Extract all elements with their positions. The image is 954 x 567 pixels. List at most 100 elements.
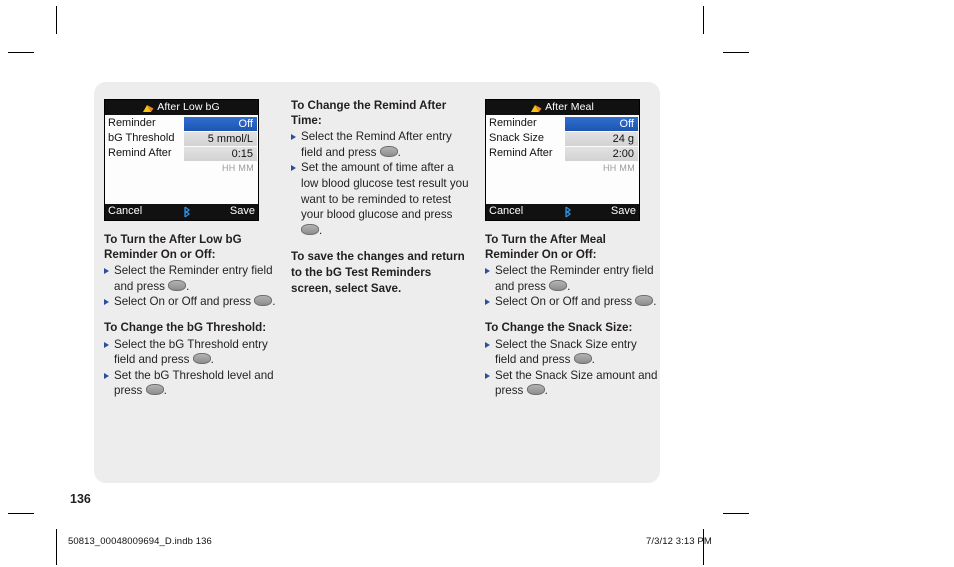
bullet-triangle-icon	[485, 372, 490, 379]
list-item: Set the amount of time after a low blood…	[291, 160, 471, 238]
ok-button-icon	[526, 384, 545, 396]
manual-page: After Low bG Reminder Off bG Threshold 5…	[0, 0, 954, 567]
device-row-units: HH MM	[603, 163, 635, 173]
list-item: Select the Snack Size entry field and pr…	[485, 337, 661, 368]
list-item-suffix: .	[210, 353, 214, 367]
right-column: After Meal Reminder Off Snack Size 24 g …	[485, 99, 661, 399]
list-item-text: Set the Snack Size amount and press	[495, 368, 658, 398]
ok-button-icon	[635, 295, 654, 307]
device-row-value[interactable]: Off	[565, 116, 638, 131]
device-row[interactable]: Snack Size 24 g	[487, 131, 638, 146]
device-screen-body: Reminder Off bG Threshold 5 mmol/L Remin…	[105, 115, 258, 204]
section-heading-turn-after-low-bg: To Turn the After Low bG Reminder On or …	[104, 233, 242, 261]
crop-mark-bottom-left-horizontal	[8, 513, 34, 514]
list-item-suffix: .	[567, 279, 571, 293]
section-heading-change-bg-threshold: To Change the bG Threshold:	[104, 320, 267, 334]
device-cancel-button[interactable]: Cancel	[489, 204, 523, 220]
device-row-label: Snack Size	[489, 131, 545, 144]
device-row[interactable]: Reminder Off	[106, 116, 257, 131]
crop-mark-top-right-vertical	[703, 6, 704, 34]
ok-button-icon	[379, 145, 398, 157]
bullet-list-change-remind-after-time: Select the Remind After entry field and …	[291, 129, 471, 238]
after-meal-flag-icon	[531, 103, 542, 112]
device-screen-footer-bar: Cancel Save	[486, 204, 639, 220]
bullet-list-change-bg-threshold: Select the bG Threshold entry field and …	[104, 337, 280, 399]
list-item-text: Set the bG Threshold level and press	[114, 368, 274, 398]
bullet-triangle-icon	[485, 299, 490, 306]
device-row-label: Reminder	[108, 116, 156, 129]
bullet-triangle-icon	[291, 134, 296, 141]
list-item: Set the Snack Size amount and press .	[485, 368, 661, 399]
bullet-triangle-icon	[104, 341, 109, 348]
list-item-text: Select the Snack Size entry field and pr…	[495, 337, 637, 367]
device-row-value[interactable]: 2:00	[565, 146, 638, 161]
device-row[interactable]: bG Threshold 5 mmol/L	[106, 131, 257, 146]
list-item: Select the Remind After entry field and …	[291, 129, 471, 160]
bullet-list-change-snack-size: Select the Snack Size entry field and pr…	[485, 337, 661, 399]
crop-mark-bottom-right-horizontal	[723, 513, 749, 514]
list-item: Select On or Off and press .	[104, 294, 280, 310]
device-row-label: Reminder	[489, 116, 537, 129]
device-row-value[interactable]: Off	[184, 116, 257, 131]
bullet-triangle-icon	[104, 299, 109, 306]
device-save-button[interactable]: Save	[230, 204, 255, 220]
page-number: 136	[70, 492, 91, 506]
crop-mark-top-left-horizontal	[8, 52, 34, 53]
left-column: After Low bG Reminder Off bG Threshold 5…	[104, 99, 280, 399]
list-item-suffix: .	[186, 279, 190, 293]
list-item-suffix: .	[163, 384, 167, 398]
bluetooth-icon	[563, 206, 572, 218]
ok-button-icon	[301, 223, 319, 235]
section-heading-change-snack-size: To Change the Snack Size:	[485, 320, 633, 334]
list-item: Select the Reminder entry field and pres…	[485, 263, 661, 294]
device-row[interactable]: Remind After 2:00	[487, 146, 638, 161]
ok-button-icon	[573, 353, 592, 365]
bullet-list-turn-after-low-bg: Select the Reminder entry field and pres…	[104, 263, 280, 310]
device-screen-after-low-bg: After Low bG Reminder Off bG Threshold 5…	[104, 99, 259, 221]
list-item-text: Set the amount of time after a low blood…	[301, 161, 469, 222]
device-row-value[interactable]: 0:15	[184, 146, 257, 161]
section-heading-change-remind-after-time: To Change the Remind After Time:	[291, 99, 447, 127]
list-item-suffix: .	[591, 353, 595, 367]
list-item-suffix: .	[272, 295, 276, 309]
footer-separator-left	[56, 529, 57, 565]
middle-column: To Change the Remind After Time: Select …	[291, 99, 471, 296]
list-item: Select the bG Threshold entry field and …	[104, 337, 280, 368]
list-item-text: Select On or Off and press	[495, 295, 636, 309]
bullet-triangle-icon	[485, 268, 490, 275]
footer-separator-right	[703, 529, 704, 565]
list-item: Select On or Off and press .	[485, 294, 661, 310]
device-cancel-button[interactable]: Cancel	[108, 204, 142, 220]
device-row[interactable]: Reminder Off	[487, 116, 638, 131]
device-row[interactable]: Remind After 0:15	[106, 146, 257, 161]
low-bg-flag-icon	[143, 103, 154, 112]
bluetooth-icon	[182, 206, 191, 218]
list-item-suffix: .	[653, 295, 657, 309]
crop-mark-top-right-horizontal	[723, 52, 749, 53]
list-item-suffix: .	[319, 223, 323, 237]
device-screen-body: Reminder Off Snack Size 24 g Remind Afte…	[486, 115, 639, 204]
device-screen-footer-bar: Cancel Save	[105, 204, 258, 220]
list-item-suffix: .	[544, 384, 548, 398]
device-save-button[interactable]: Save	[611, 204, 636, 220]
device-screen-title-text: After Meal	[545, 100, 594, 113]
device-row-value[interactable]: 5 mmol/L	[184, 131, 257, 146]
list-item: Select the Reminder entry field and pres…	[104, 263, 280, 294]
bullet-triangle-icon	[291, 165, 296, 172]
bullet-triangle-icon	[485, 341, 490, 348]
device-row-label: Remind After	[489, 146, 553, 159]
bullet-list-turn-after-meal: Select the Reminder entry field and pres…	[485, 263, 661, 310]
footer-timestamp: 7/3/12 3:13 PM	[646, 536, 712, 547]
bullet-triangle-icon	[104, 372, 109, 379]
device-row-value[interactable]: 24 g	[565, 131, 638, 146]
device-screen-title-bar: After Low bG	[105, 100, 258, 115]
footer-filename: 50813_00048009694_D.indb 136	[68, 536, 212, 547]
list-item-text: Select On or Off and press	[114, 295, 255, 309]
list-item: Set the bG Threshold level and press .	[104, 368, 280, 399]
crop-mark-top-left-vertical	[56, 6, 57, 34]
ok-button-icon	[145, 384, 164, 396]
device-row-units: HH MM	[222, 163, 254, 173]
